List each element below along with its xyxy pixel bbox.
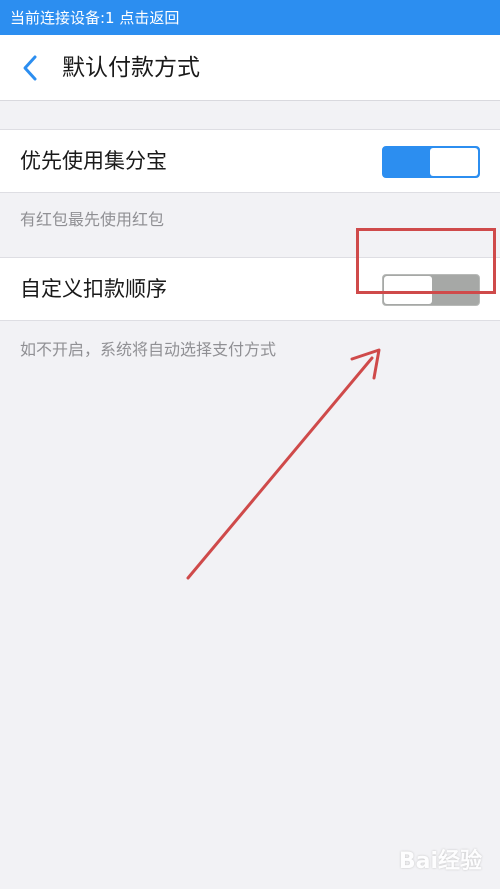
- annotation-arrow: [186, 348, 381, 580]
- watermark-logo: Bai经验: [398, 849, 482, 874]
